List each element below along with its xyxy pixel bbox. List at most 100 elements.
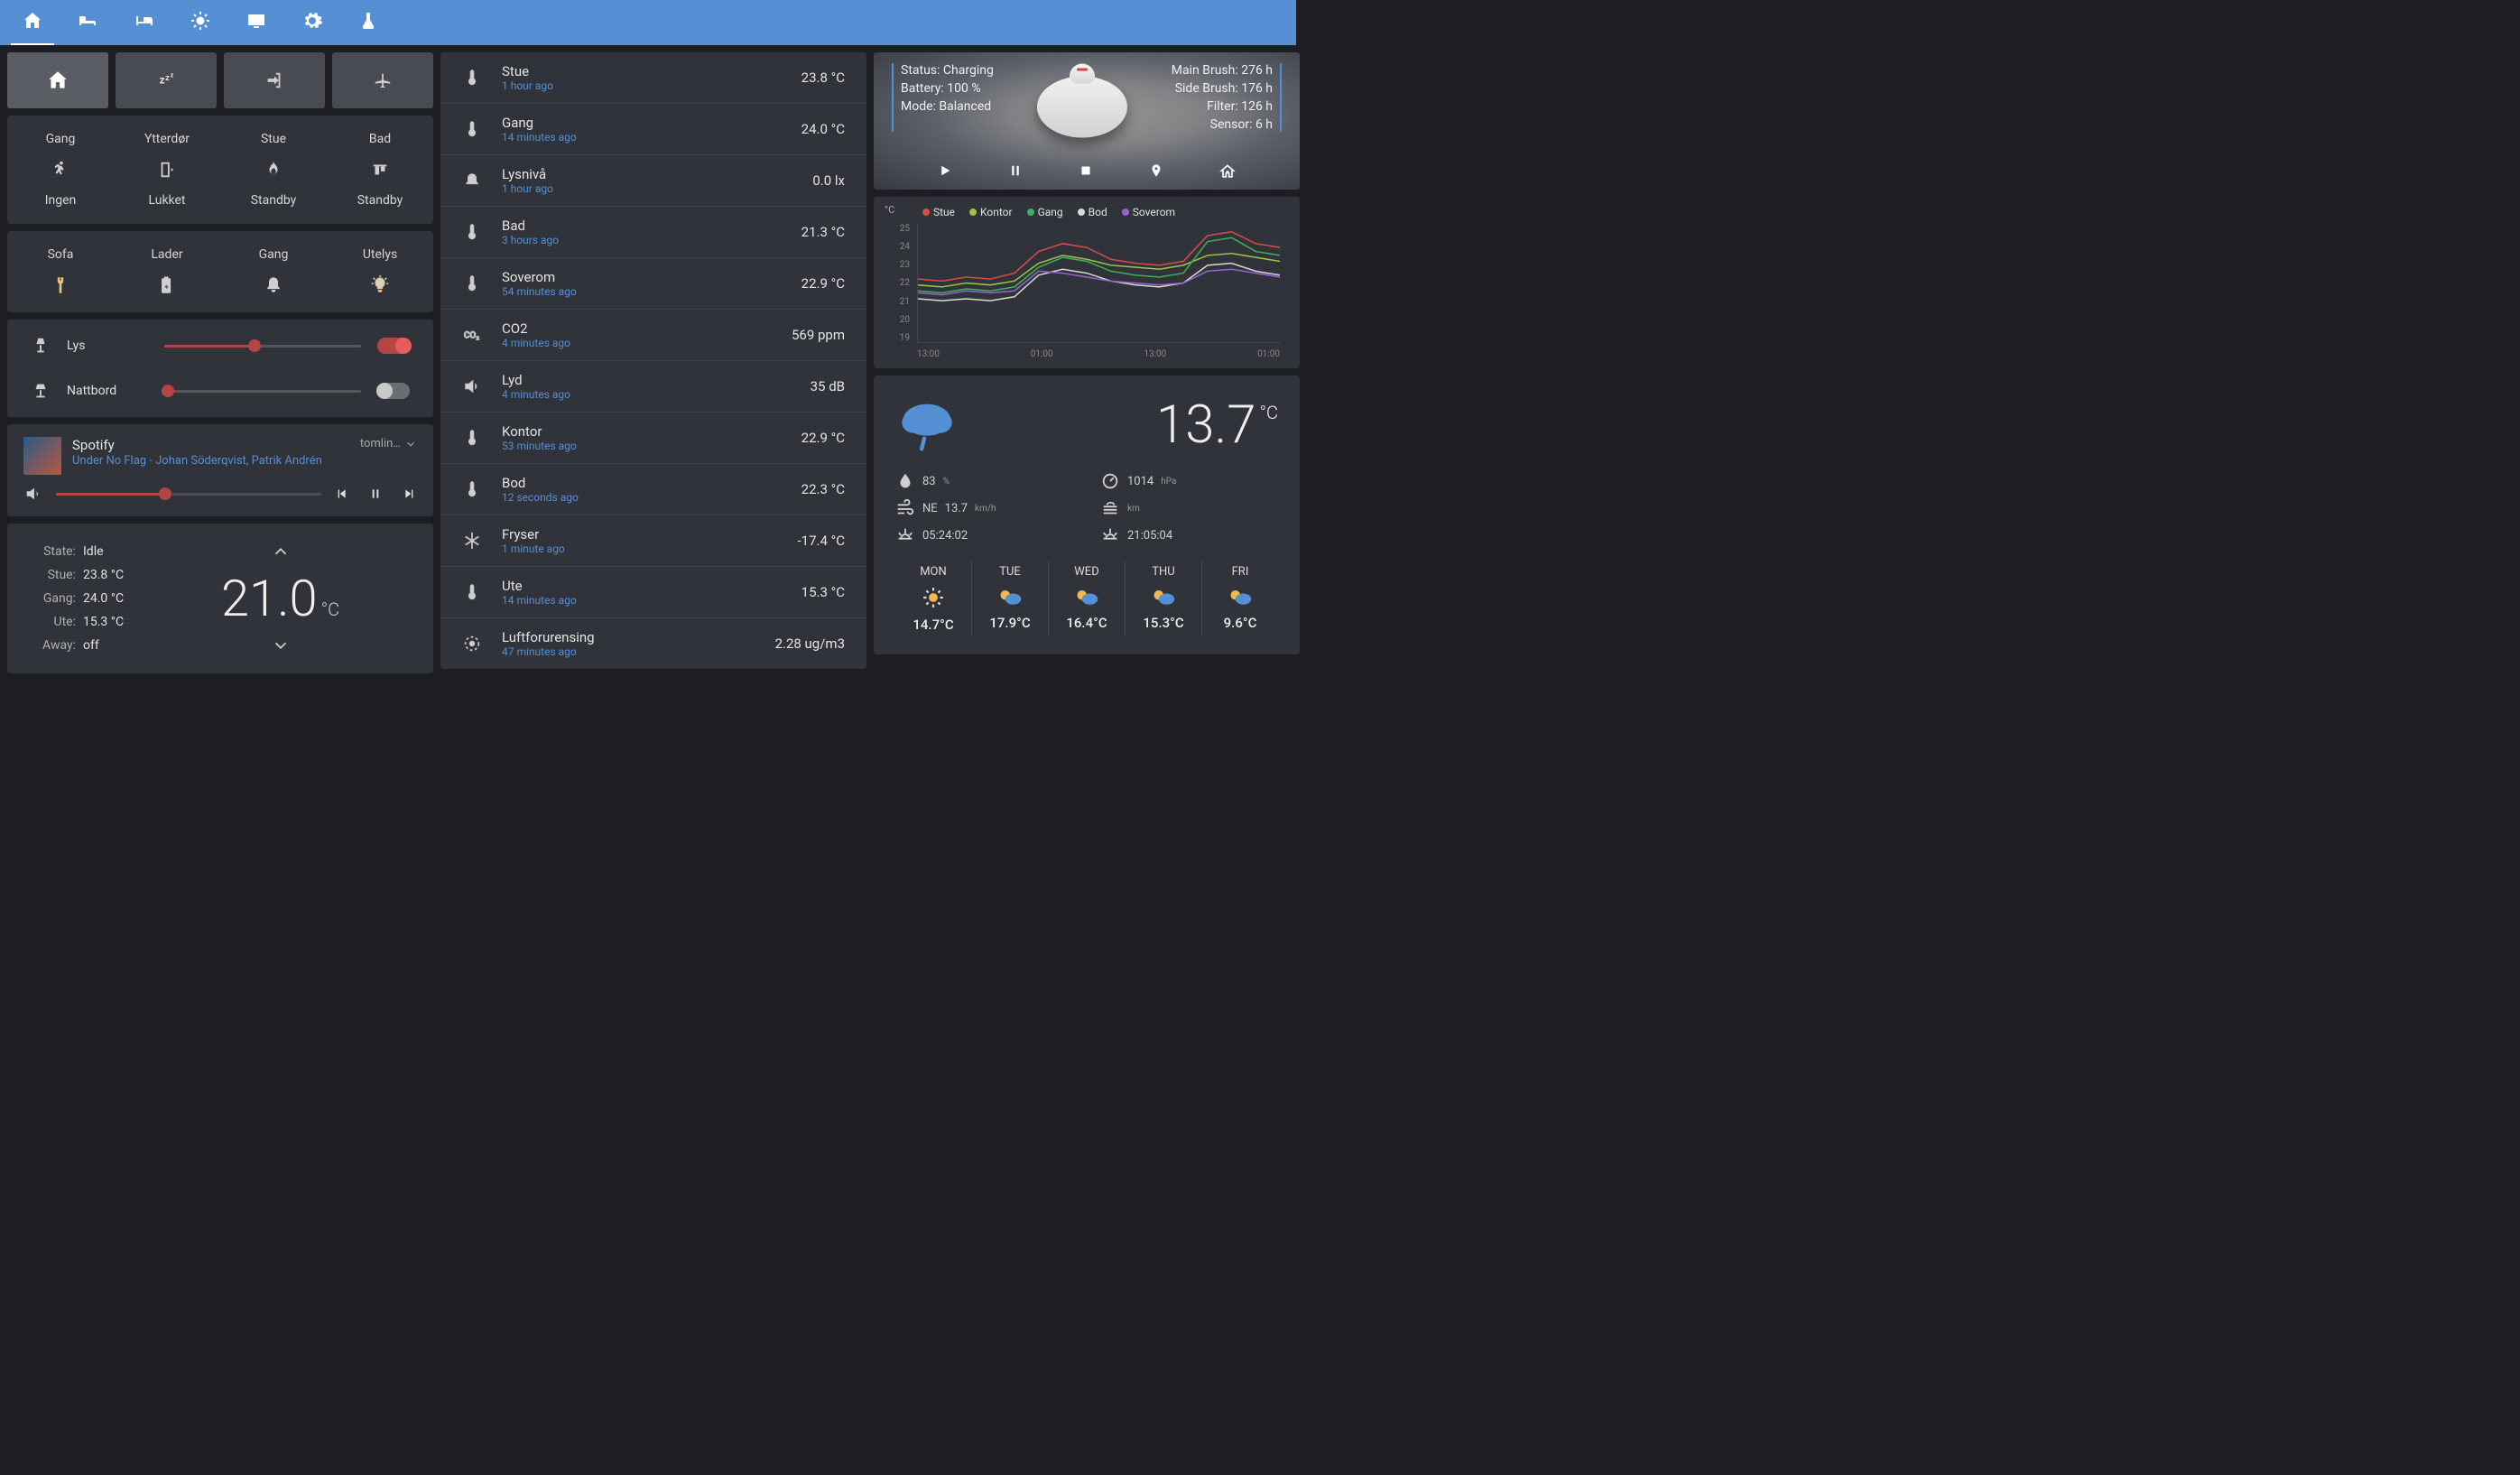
sensor-row[interactable]: Luftforurensing 47 minutes ago 2.28 ug/m… [440, 618, 866, 669]
bulb-icon [370, 274, 390, 296]
vacuum-status: Charging [943, 63, 994, 78]
weather-sunrise: 05:24:02 [922, 529, 968, 543]
chart-plot-area[interactable] [917, 224, 1280, 343]
light-lys-toggle[interactable] [377, 338, 410, 354]
switch-sofa[interactable]: Sofa [7, 242, 114, 301]
forecast-day-mon[interactable]: MON 14.7°C [895, 561, 971, 636]
battery-icon [157, 274, 177, 296]
thermo-icon [462, 479, 482, 499]
weather-temperature: 13.7 [1156, 394, 1255, 456]
thermo-icon [462, 428, 482, 448]
forecast-day-wed[interactable]: WED 16.4°C [1048, 561, 1125, 636]
climate-card: State:Idle Stue:23.8 °C Gang:24.0 °C Ute… [7, 524, 433, 673]
sensor-row[interactable]: Fryser 1 minute ago -17.4 °C [440, 515, 866, 567]
room-cell-ytterdør[interactable]: Ytterdør Lukket [114, 126, 220, 213]
volume-slider[interactable] [56, 493, 321, 496]
target-icon [462, 634, 482, 654]
forecast-day-tue[interactable]: TUE 17.9°C [971, 561, 1048, 636]
chart-legend: StueKontorGangBodSoverom [922, 206, 1287, 218]
room-cell-gang[interactable]: Gang Ingen [7, 126, 114, 213]
room-cell-stue[interactable]: Stue Standby [220, 126, 327, 213]
light-nattbord-slider[interactable] [164, 390, 361, 393]
weather-now-icon [895, 394, 959, 457]
scene-home-button[interactable] [7, 52, 108, 108]
temp-down-button[interactable] [268, 635, 293, 655]
lights-card: Lys Nattbord [7, 320, 433, 417]
visibility-icon [1100, 498, 1120, 518]
bell2-icon [462, 171, 482, 190]
switch-utelys[interactable]: Utelys [327, 242, 433, 301]
sensor-row[interactable]: Kontor 53 minutes ago 22.9 °C [440, 413, 866, 464]
forecast-day-fri[interactable]: FRI 9.6°C [1201, 561, 1278, 636]
light-lys-slider[interactable] [164, 345, 361, 348]
sensor-row[interactable]: Bod 12 seconds ago 22.3 °C [440, 464, 866, 515]
thermo-icon [462, 68, 482, 88]
chevron-down-icon [404, 438, 417, 450]
room-cell-bad[interactable]: Bad Standby [327, 126, 433, 213]
sensor-row[interactable]: Lyd 4 minutes ago 35 dB [440, 361, 866, 413]
thermo-icon [462, 222, 482, 242]
vacuum-home-button[interactable] [1218, 162, 1237, 181]
sensor-row[interactable]: Bad 3 hours ago 21.3 °C [440, 207, 866, 258]
light-lys-label: Lys [67, 339, 148, 353]
vacuum-locate-button[interactable] [1148, 162, 1164, 181]
media-track: Under No Flag - Johan Söderqvist, Patrik… [72, 453, 349, 469]
sensor-row[interactable]: Lysnivå 1 hour ago 0.0 lx [440, 155, 866, 207]
climate-gang: 24.0 °C [83, 591, 124, 606]
light-nattbord-row: Nattbord [31, 381, 410, 401]
vacuum-play-button[interactable] [937, 162, 953, 181]
weather-sunset: 21:05:04 [1127, 529, 1172, 543]
flame-icon [264, 159, 283, 181]
nav-brightness-tab[interactable] [190, 12, 211, 33]
media-pause-button[interactable] [368, 487, 383, 501]
room-status-card: Gang Ingen Ytterdør Lukket Stue Standby … [7, 116, 433, 224]
weather-pressure: 1014 [1127, 475, 1153, 488]
temperature-chart-card: °C StueKontorGangBodSoverom 252423222120… [874, 197, 1300, 368]
temp-up-button[interactable] [268, 542, 293, 561]
scene-vacation-button[interactable] [332, 52, 433, 108]
scene-sleep-button[interactable] [116, 52, 217, 108]
volume-icon[interactable] [23, 484, 43, 504]
sensor-row[interactable]: Soverom 54 minutes ago 22.9 °C [440, 258, 866, 310]
weather-partly-icon [997, 586, 1023, 608]
speaker-icon [462, 376, 482, 396]
nav-tv-tab[interactable] [246, 12, 267, 33]
switch-lader[interactable]: Lader [114, 242, 220, 301]
vacuum-filter: Filter: 126 h [1172, 99, 1273, 114]
sensor-row[interactable]: Ute 14 minutes ago 15.3 °C [440, 567, 866, 618]
light-lys-row: Lys [31, 336, 410, 356]
weather-card: 13.7°C 83% 1014hPa NE 13.7km/h km 05:24:… [874, 376, 1300, 654]
light-nattbord-toggle[interactable] [377, 383, 410, 399]
towel-icon [370, 159, 390, 181]
climate-state: Idle [83, 544, 104, 559]
vacuum-pause-button[interactable] [1007, 162, 1024, 181]
sunrise-icon [895, 525, 915, 545]
media-prev-button[interactable] [334, 487, 348, 501]
vacuum-sidebrush: Side Brush: 176 h [1172, 81, 1273, 96]
nav-home-tab[interactable] [22, 12, 43, 33]
bell-icon [264, 274, 283, 296]
nav-lab-tab[interactable] [357, 12, 379, 33]
sensor-row[interactable]: Gang 14 minutes ago 24.0 °C [440, 104, 866, 155]
nav-bedroom-tab[interactable] [134, 12, 155, 33]
media-next-button[interactable] [403, 487, 417, 501]
lamp-icon [31, 381, 51, 401]
weather-partly-icon [1151, 586, 1176, 608]
sensor-row[interactable]: CO2 4 minutes ago 569 ppm [440, 310, 866, 361]
motion-icon [51, 159, 70, 181]
forecast-day-thu[interactable]: THU 15.3°C [1125, 561, 1201, 636]
top-navigation [0, 0, 1296, 45]
plug-icon [51, 274, 70, 296]
co2-icon [462, 325, 482, 345]
switches-card: Sofa Lader Gang Utelys [7, 231, 433, 312]
sensor-row[interactable]: Stue 1 hour ago 23.8 °C [440, 52, 866, 104]
thermo-icon [462, 274, 482, 293]
snow-icon [462, 531, 482, 551]
weather-partly-icon [1074, 586, 1099, 608]
media-output-selector[interactable]: tomlin… [360, 437, 417, 450]
switch-gang[interactable]: Gang [220, 242, 327, 301]
scene-leave-button[interactable] [224, 52, 325, 108]
nav-bedroom2-tab[interactable] [78, 12, 99, 33]
nav-settings-tab[interactable] [301, 12, 323, 33]
vacuum-stop-button[interactable] [1078, 162, 1094, 181]
